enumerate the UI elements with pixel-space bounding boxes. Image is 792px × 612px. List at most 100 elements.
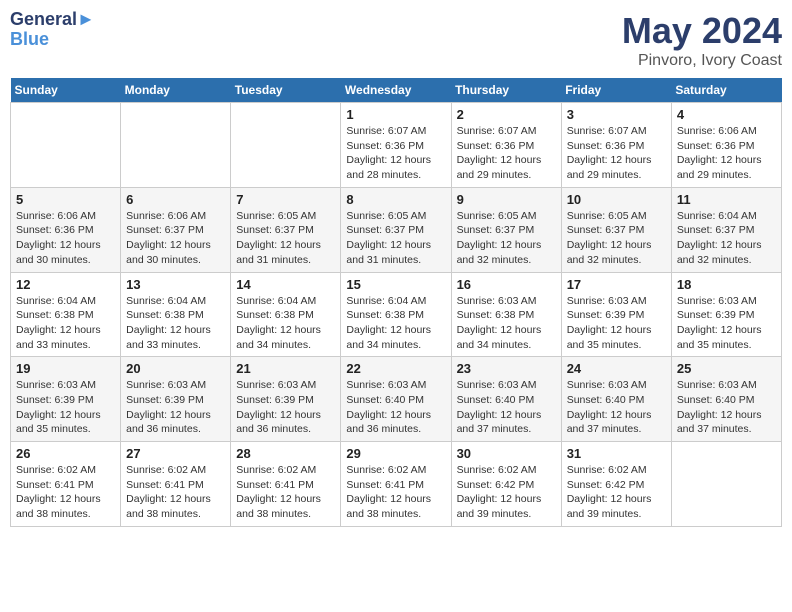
calendar-cell: 23 Sunrise: 6:03 AM Sunset: 6:40 PM Dayli… [451, 357, 561, 442]
calendar-cell: 6 Sunrise: 6:06 AM Sunset: 6:37 PM Daylig… [121, 187, 231, 272]
calendar-cell: 21 Sunrise: 6:03 AM Sunset: 6:39 PM Dayli… [231, 357, 341, 442]
day-number: 25 [677, 361, 776, 376]
day-info: Sunrise: 6:06 AM Sunset: 6:36 PM Dayligh… [677, 124, 776, 183]
calendar-cell: 10Sunrise: 6:05 AM Sunset: 6:37 PM Dayli… [561, 187, 671, 272]
day-info: Sunrise: 6:07 AM Sunset: 6:36 PM Dayligh… [567, 124, 666, 183]
calendar-cell: 24 Sunrise: 6:03 AM Sunset: 6:40 PM Dayli… [561, 357, 671, 442]
day-number: 11 [677, 192, 776, 207]
day-number: 17 [567, 277, 666, 292]
calendar-week-2: 5 Sunrise: 6:06 AM Sunset: 6:36 PM Daylig… [11, 187, 782, 272]
day-info: Sunrise: 6:05 AM Sunset: 6:37 PM Dayligh… [346, 209, 445, 268]
day-info: Sunrise: 6:03 AM Sunset: 6:39 PM Dayligh… [126, 378, 225, 437]
day-header-monday: Monday [121, 78, 231, 103]
day-info: Sunrise: 6:04 AM Sunset: 6:38 PM Dayligh… [16, 294, 115, 353]
day-header-saturday: Saturday [671, 78, 781, 103]
calendar-cell: 19 Sunrise: 6:03 AM Sunset: 6:39 PM Dayli… [11, 357, 121, 442]
calendar-cell [671, 442, 781, 527]
day-info: Sunrise: 6:02 AM Sunset: 6:41 PM Dayligh… [126, 463, 225, 522]
day-info: Sunrise: 6:02 AM Sunset: 6:41 PM Dayligh… [236, 463, 335, 522]
day-number: 14 [236, 277, 335, 292]
day-number: 4 [677, 107, 776, 122]
day-info: Sunrise: 6:04 AM Sunset: 6:38 PM Dayligh… [126, 294, 225, 353]
calendar-cell: 7 Sunrise: 6:05 AM Sunset: 6:37 PM Daylig… [231, 187, 341, 272]
day-number: 15 [346, 277, 445, 292]
day-header-wednesday: Wednesday [341, 78, 451, 103]
calendar-cell: 5 Sunrise: 6:06 AM Sunset: 6:36 PM Daylig… [11, 187, 121, 272]
calendar-cell: 15 Sunrise: 6:04 AM Sunset: 6:38 PM Dayli… [341, 272, 451, 357]
calendar-week-5: 26 Sunrise: 6:02 AM Sunset: 6:41 PM Dayli… [11, 442, 782, 527]
day-info: Sunrise: 6:07 AM Sunset: 6:36 PM Dayligh… [457, 124, 556, 183]
header-row: SundayMondayTuesdayWednesdayThursdayFrid… [11, 78, 782, 103]
day-number: 22 [346, 361, 445, 376]
calendar-cell: 28 Sunrise: 6:02 AM Sunset: 6:41 PM Dayli… [231, 442, 341, 527]
day-info: Sunrise: 6:03 AM Sunset: 6:39 PM Dayligh… [236, 378, 335, 437]
day-number: 13 [126, 277, 225, 292]
day-number: 1 [346, 107, 445, 122]
calendar-cell: 4 Sunrise: 6:06 AM Sunset: 6:36 PM Daylig… [671, 103, 781, 188]
calendar-cell: 26 Sunrise: 6:02 AM Sunset: 6:41 PM Dayli… [11, 442, 121, 527]
day-info: Sunrise: 6:04 AM Sunset: 6:37 PM Dayligh… [677, 209, 776, 268]
calendar-cell: 16Sunrise: 6:03 AM Sunset: 6:38 PM Dayli… [451, 272, 561, 357]
calendar-week-3: 12 Sunrise: 6:04 AM Sunset: 6:38 PM Dayli… [11, 272, 782, 357]
calendar-cell: 20 Sunrise: 6:03 AM Sunset: 6:39 PM Dayli… [121, 357, 231, 442]
calendar-cell: 12 Sunrise: 6:04 AM Sunset: 6:38 PM Dayli… [11, 272, 121, 357]
day-number: 29 [346, 446, 445, 461]
page-header: General► Blue May 2024 Pinvoro, Ivory Co… [10, 10, 782, 70]
calendar-cell: 1 Sunrise: 6:07 AM Sunset: 6:36 PM Daylig… [341, 103, 451, 188]
calendar-cell: 3Sunrise: 6:07 AM Sunset: 6:36 PM Daylig… [561, 103, 671, 188]
calendar-subtitle: Pinvoro, Ivory Coast [622, 52, 782, 70]
calendar-cell: 8 Sunrise: 6:05 AM Sunset: 6:37 PM Daylig… [341, 187, 451, 272]
day-info: Sunrise: 6:05 AM Sunset: 6:37 PM Dayligh… [457, 209, 556, 268]
day-info: Sunrise: 6:06 AM Sunset: 6:37 PM Dayligh… [126, 209, 225, 268]
day-number: 18 [677, 277, 776, 292]
day-number: 10 [567, 192, 666, 207]
day-number: 2 [457, 107, 556, 122]
day-number: 5 [16, 192, 115, 207]
day-number: 19 [16, 361, 115, 376]
day-info: Sunrise: 6:07 AM Sunset: 6:36 PM Dayligh… [346, 124, 445, 183]
day-number: 27 [126, 446, 225, 461]
day-number: 24 [567, 361, 666, 376]
title-section: May 2024 Pinvoro, Ivory Coast [622, 10, 782, 70]
day-number: 8 [346, 192, 445, 207]
calendar-cell: 18 Sunrise: 6:03 AM Sunset: 6:39 PM Dayli… [671, 272, 781, 357]
day-number: 26 [16, 446, 115, 461]
day-number: 31 [567, 446, 666, 461]
day-number: 6 [126, 192, 225, 207]
calendar-cell: 11 Sunrise: 6:04 AM Sunset: 6:37 PM Dayli… [671, 187, 781, 272]
calendar-cell: 17 Sunrise: 6:03 AM Sunset: 6:39 PM Dayli… [561, 272, 671, 357]
calendar-week-4: 19 Sunrise: 6:03 AM Sunset: 6:39 PM Dayli… [11, 357, 782, 442]
calendar-week-1: 1 Sunrise: 6:07 AM Sunset: 6:36 PM Daylig… [11, 103, 782, 188]
calendar-cell [11, 103, 121, 188]
calendar-cell: 29 Sunrise: 6:02 AM Sunset: 6:41 PM Dayli… [341, 442, 451, 527]
calendar-cell: 31Sunrise: 6:02 AM Sunset: 6:42 PM Dayli… [561, 442, 671, 527]
day-info: Sunrise: 6:03 AM Sunset: 6:38 PM Dayligh… [457, 294, 556, 353]
day-info: Sunrise: 6:04 AM Sunset: 6:38 PM Dayligh… [346, 294, 445, 353]
calendar-cell: 25Sunrise: 6:03 AM Sunset: 6:40 PM Dayli… [671, 357, 781, 442]
day-info: Sunrise: 6:02 AM Sunset: 6:41 PM Dayligh… [16, 463, 115, 522]
day-header-friday: Friday [561, 78, 671, 103]
day-number: 20 [126, 361, 225, 376]
day-info: Sunrise: 6:03 AM Sunset: 6:40 PM Dayligh… [346, 378, 445, 437]
day-info: Sunrise: 6:02 AM Sunset: 6:41 PM Dayligh… [346, 463, 445, 522]
day-info: Sunrise: 6:03 AM Sunset: 6:39 PM Dayligh… [567, 294, 666, 353]
day-info: Sunrise: 6:03 AM Sunset: 6:39 PM Dayligh… [677, 294, 776, 353]
logo-blue: Blue [10, 30, 95, 50]
day-number: 21 [236, 361, 335, 376]
day-info: Sunrise: 6:03 AM Sunset: 6:40 PM Dayligh… [457, 378, 556, 437]
day-number: 7 [236, 192, 335, 207]
calendar-cell: 14 Sunrise: 6:04 AM Sunset: 6:38 PM Dayli… [231, 272, 341, 357]
day-info: Sunrise: 6:04 AM Sunset: 6:38 PM Dayligh… [236, 294, 335, 353]
calendar-cell [231, 103, 341, 188]
calendar-cell: 2 Sunrise: 6:07 AM Sunset: 6:36 PM Daylig… [451, 103, 561, 188]
calendar-cell: 13 Sunrise: 6:04 AM Sunset: 6:38 PM Dayli… [121, 272, 231, 357]
day-number: 12 [16, 277, 115, 292]
day-number: 28 [236, 446, 335, 461]
day-info: Sunrise: 6:02 AM Sunset: 6:42 PM Dayligh… [457, 463, 556, 522]
day-info: Sunrise: 6:03 AM Sunset: 6:39 PM Dayligh… [16, 378, 115, 437]
day-number: 23 [457, 361, 556, 376]
day-info: Sunrise: 6:03 AM Sunset: 6:40 PM Dayligh… [567, 378, 666, 437]
day-info: Sunrise: 6:05 AM Sunset: 6:37 PM Dayligh… [236, 209, 335, 268]
day-header-tuesday: Tuesday [231, 78, 341, 103]
day-info: Sunrise: 6:06 AM Sunset: 6:36 PM Dayligh… [16, 209, 115, 268]
